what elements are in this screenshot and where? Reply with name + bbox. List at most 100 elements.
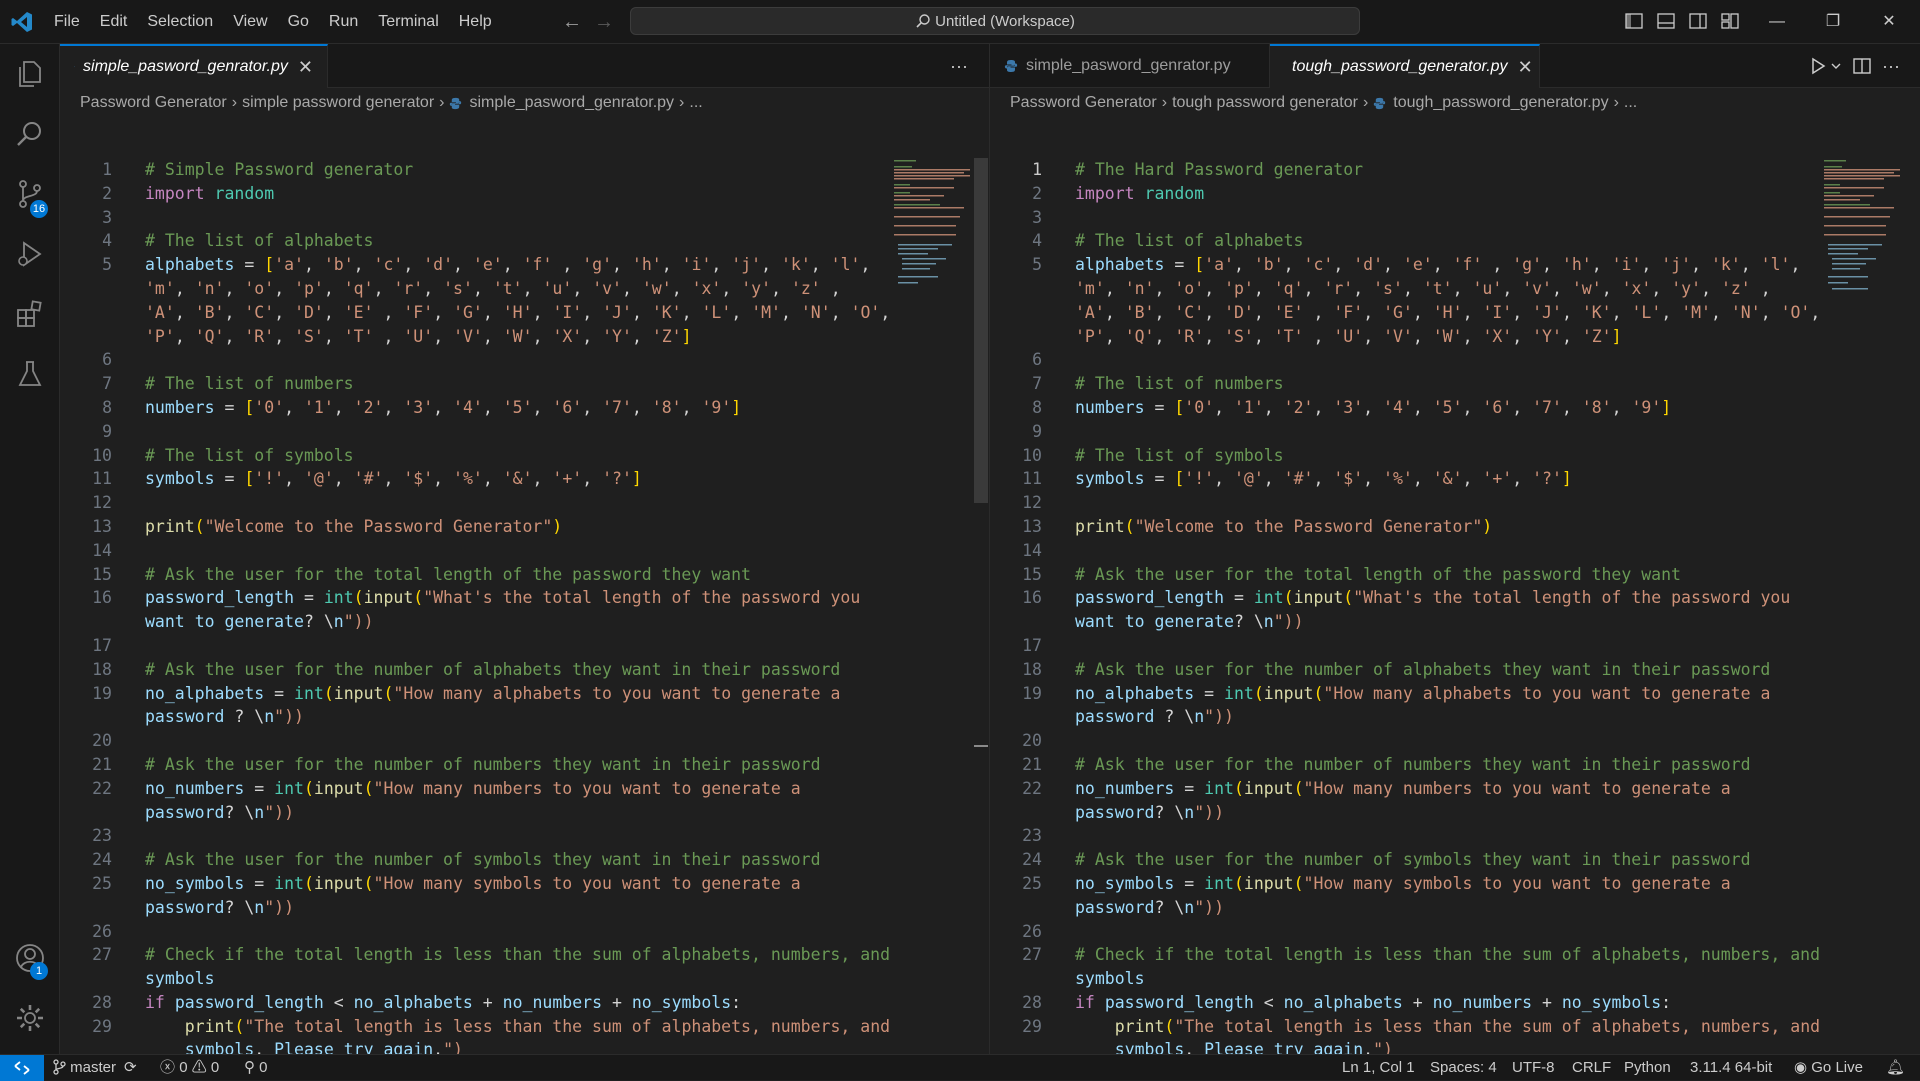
code-line[interactable]: 'A', 'B', 'C', 'D', 'E' , 'F', 'G', 'H',…	[990, 301, 1920, 325]
code-line[interactable]: 28 if password_length < no_alphabets + no…	[60, 991, 989, 1015]
breadcrumb-item[interactable]: tough password generator	[1172, 94, 1358, 112]
close-icon[interactable]: ✕	[1518, 57, 1533, 78]
code-line[interactable]: 'A', 'B', 'C', 'D', 'E' , 'F', 'G', 'H',…	[60, 301, 989, 325]
toggle-primary-sidebar-icon[interactable]	[1624, 11, 1644, 31]
scrollbar-thumb[interactable]	[974, 158, 988, 503]
code-line[interactable]: 8 numbers = ['0', '1', '2', '3', '4', '5'…	[60, 396, 989, 420]
code-line[interactable]: password? \n"))	[990, 896, 1920, 920]
minimap[interactable]	[1822, 158, 1902, 298]
code-line[interactable]: 13 print("Welcome to the Password Generat…	[60, 515, 989, 539]
code-line[interactable]: 3	[60, 206, 989, 230]
code-line[interactable]: 12	[990, 491, 1920, 515]
code-line[interactable]: password? \n"))	[60, 801, 989, 825]
code-line[interactable]: 22 no_numbers = int(input("How many numbe…	[990, 777, 1920, 801]
code-line[interactable]: 14	[990, 539, 1920, 563]
close-icon[interactable]: ✕	[298, 57, 313, 78]
indentation[interactable]: Spaces: 4	[1430, 1055, 1497, 1081]
tab-tough-password-generator[interactable]: tough_password_generator.py ✕	[1270, 44, 1540, 88]
code-editor-left[interactable]: 1 # Simple Password generator 2 import rand…	[60, 158, 989, 1054]
code-line[interactable]: 16 password_length = int(input("What's th…	[60, 586, 989, 610]
vertical-scrollbar[interactable]	[974, 158, 988, 1054]
sync-icon[interactable]: ⟳	[124, 1055, 137, 1081]
python-interpreter[interactable]: 3.11.4 64-bit	[1690, 1055, 1772, 1081]
code-line[interactable]: 25 no_symbols = int(input("How many symbo…	[990, 872, 1920, 896]
code-line[interactable]: 27 # Check if the total length is less th…	[990, 943, 1920, 967]
code-line[interactable]: 18 # Ask the user for the number of alpha…	[990, 658, 1920, 682]
code-line[interactable]: 2 import random	[60, 182, 989, 206]
code-line[interactable]: 7 # The list of numbers	[60, 372, 989, 396]
code-line[interactable]: 28 if password_length < no_alphabets + no…	[990, 991, 1920, 1015]
encoding[interactable]: UTF-8	[1512, 1055, 1555, 1081]
code-line[interactable]: 16 password_length = int(input("What's th…	[990, 586, 1920, 610]
navigate-forward-icon[interactable]: →	[592, 10, 616, 34]
minimize-icon[interactable]: —	[1754, 0, 1800, 44]
code-line[interactable]: 15 # Ask the user for the total length of…	[990, 563, 1920, 587]
code-line[interactable]: 5 alphabets = ['a', 'b', 'c', 'd', 'e', '…	[60, 253, 989, 277]
more-actions-icon[interactable]: ···	[1882, 44, 1900, 88]
code-line[interactable]: password? \n"))	[60, 896, 989, 920]
breadcrumb-item[interactable]: ...	[1624, 94, 1637, 112]
settings-gear-icon[interactable]	[14, 1002, 46, 1034]
toggle-secondary-sidebar-icon[interactable]	[1688, 11, 1708, 31]
code-line[interactable]: 9	[990, 420, 1920, 444]
window-close-icon[interactable]: ✕	[1866, 0, 1912, 44]
menu-view[interactable]: View	[223, 0, 277, 44]
code-line[interactable]: 2 import random	[990, 182, 1920, 206]
code-line[interactable]: 17	[60, 634, 989, 658]
code-line[interactable]: 3	[990, 206, 1920, 230]
split-editor-icon[interactable]	[1852, 56, 1872, 76]
code-line[interactable]: 23	[60, 824, 989, 848]
code-line[interactable]: 29 print("The total length is less than …	[990, 1015, 1920, 1039]
code-line[interactable]: 4 # The list of alphabets	[60, 229, 989, 253]
tab-simple-password-generator[interactable]: simple_pasword_genrator.py	[990, 44, 1270, 88]
code-line[interactable]: 25 no_symbols = int(input("How many symbo…	[60, 872, 989, 896]
code-line[interactable]: password ? \n"))	[60, 705, 989, 729]
code-line[interactable]: 20	[990, 729, 1920, 753]
code-line[interactable]: 'm', 'n', 'o', 'p', 'q', 'r', 's', 't', …	[60, 277, 989, 301]
code-line[interactable]: 11 symbols = ['!', '@', '#', '$', '%', '&…	[60, 467, 989, 491]
code-line[interactable]: 26	[60, 920, 989, 944]
code-line[interactable]: 1 # Simple Password generator	[60, 158, 989, 182]
code-line[interactable]: want to generate? \n"))	[60, 610, 989, 634]
code-line[interactable]: 11 symbols = ['!', '@', '#', '$', '%', '&…	[990, 467, 1920, 491]
menu-help[interactable]: Help	[449, 0, 502, 44]
vscode-logo-icon[interactable]	[10, 10, 34, 34]
code-line[interactable]: 1 # The Hard Password generator	[990, 158, 1920, 182]
code-line[interactable]: symbols. Please try again.")	[990, 1038, 1920, 1054]
line-ending[interactable]: CRLF	[1572, 1055, 1611, 1081]
code-line[interactable]: 24 # Ask the user for the number of symbo…	[60, 848, 989, 872]
code-line[interactable]: symbols. Please try again.")	[60, 1038, 989, 1054]
code-line[interactable]: 19 no_alphabets = int(input("How many alp…	[990, 682, 1920, 706]
breadcrumb-item[interactable]: ...	[689, 94, 702, 112]
menu-run[interactable]: Run	[319, 0, 368, 44]
remote-indicator[interactable]	[0, 1055, 44, 1081]
code-line[interactable]: 12	[60, 491, 989, 515]
code-line[interactable]: 24 # Ask the user for the number of symbo…	[990, 848, 1920, 872]
code-line[interactable]: 'P', 'Q', 'R', 'S', 'T' , 'U', 'V', 'W',…	[60, 325, 989, 349]
navigate-back-icon[interactable]: ←	[560, 10, 584, 34]
code-line[interactable]: symbols	[990, 967, 1920, 991]
menu-edit[interactable]: Edit	[90, 0, 138, 44]
breadcrumb-item[interactable]: Password Generator	[1010, 94, 1157, 112]
go-live-button[interactable]: ◉ Go Live	[1794, 1055, 1863, 1081]
code-line[interactable]: 18 # Ask the user for the number of alpha…	[60, 658, 989, 682]
breadcrumb-item[interactable]: tough_password_generator.py	[1393, 94, 1608, 112]
code-line[interactable]: 10 # The list of symbols	[990, 444, 1920, 468]
run-icon[interactable]	[1808, 56, 1828, 76]
command-center-search[interactable]: Untitled (Workspace)	[630, 7, 1360, 35]
code-line[interactable]: symbols	[60, 967, 989, 991]
code-line[interactable]: want to generate? \n"))	[990, 610, 1920, 634]
testing-icon[interactable]	[14, 358, 46, 390]
code-line[interactable]: 21 # Ask the user for the number of numbe…	[60, 753, 989, 777]
menu-file[interactable]: File	[44, 0, 90, 44]
minimap[interactable]	[892, 158, 972, 298]
more-actions-icon[interactable]: ···	[950, 44, 968, 88]
code-line[interactable]: 6	[990, 348, 1920, 372]
breadcrumb-item[interactable]: simple_pasword_genrator.py	[469, 94, 674, 112]
breadcrumb-item[interactable]: simple password generator	[242, 94, 434, 112]
code-line[interactable]: 7 # The list of numbers	[990, 372, 1920, 396]
explorer-icon[interactable]	[14, 58, 46, 90]
code-line[interactable]: 17	[990, 634, 1920, 658]
restore-icon[interactable]: ❐	[1810, 0, 1856, 44]
code-line[interactable]: 4 # The list of alphabets	[990, 229, 1920, 253]
